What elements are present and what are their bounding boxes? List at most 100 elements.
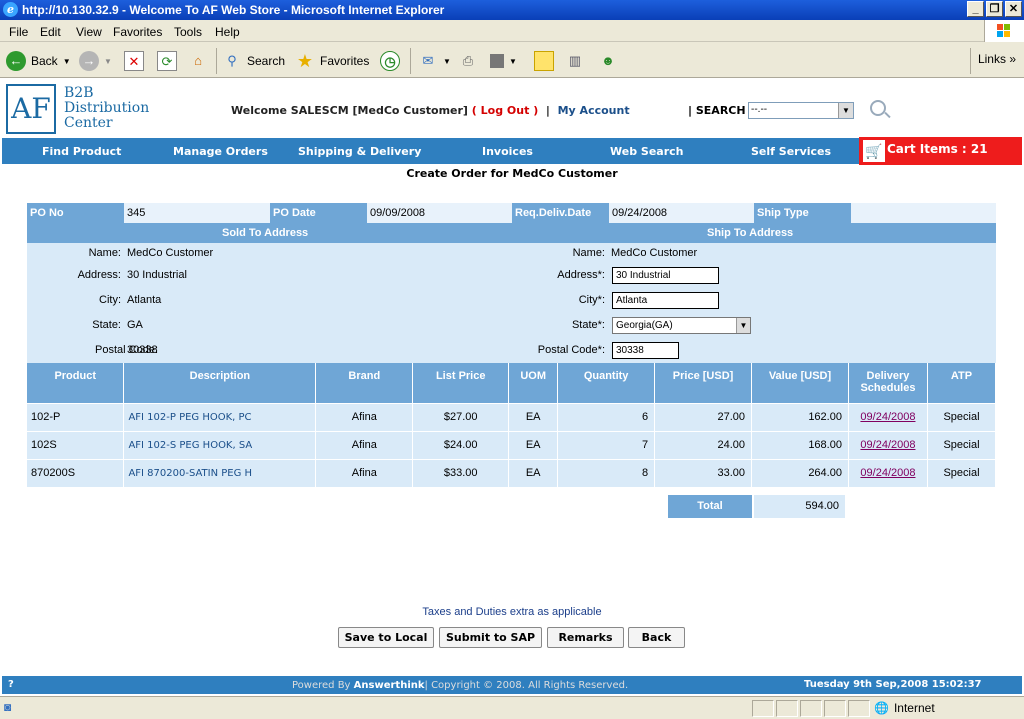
ship-name-value: MedCo Customer bbox=[611, 247, 698, 259]
delivery-schedule-link[interactable]: 09/24/2008 bbox=[860, 411, 915, 423]
mail-icon: ✉ bbox=[422, 53, 434, 68]
back-arrow-icon: ← bbox=[6, 51, 26, 71]
cell-quantity: 7 bbox=[557, 430, 656, 459]
browser-toolbar: ← Back ▼ → ▼ ✕ ⟳ ⌂ ⚲ Search ★ Favorites … bbox=[0, 42, 1024, 78]
discuss-button[interactable] bbox=[534, 50, 554, 72]
delivery-schedule-link[interactable]: 09/24/2008 bbox=[860, 467, 915, 479]
ship-state-select[interactable]: Georgia(GA) ▼ bbox=[612, 317, 751, 334]
menu-help[interactable]: Help bbox=[215, 25, 240, 39]
back-label: Back bbox=[31, 54, 58, 68]
menu-bar: File Edit View Favorites Tools Help bbox=[0, 20, 1024, 42]
ship-address-input[interactable]: 30 Industrial bbox=[612, 267, 719, 284]
cell-list-price: $27.00 bbox=[412, 402, 510, 431]
cell-list-price: $24.00 bbox=[412, 430, 510, 459]
forward-button[interactable]: → ▼ bbox=[79, 50, 112, 72]
menu-view[interactable]: View bbox=[76, 25, 102, 39]
nav-find-product[interactable]: Find Product bbox=[42, 145, 121, 158]
toolbar-separator bbox=[410, 48, 411, 74]
nav-self-services[interactable]: Self Services bbox=[751, 145, 831, 158]
magnifier-icon: ⚲ bbox=[227, 53, 237, 68]
po-date-value: 09/09/2008 bbox=[367, 203, 512, 223]
col-delivery-schedules: Delivery Schedules bbox=[848, 363, 928, 403]
ship-state-label: State*: bbox=[571, 319, 605, 331]
nav-shipping-delivery[interactable]: Shipping & Delivery bbox=[298, 145, 421, 158]
ship-city-input[interactable]: Atlanta bbox=[612, 292, 719, 309]
print-button[interactable]: ⎙ bbox=[458, 50, 478, 72]
search-select[interactable]: --.-- ▼ bbox=[748, 102, 854, 119]
req-deliv-date-label: Req.Deliv.Date bbox=[512, 203, 609, 223]
toolbar-separator bbox=[970, 48, 971, 74]
links-button[interactable]: Links » bbox=[978, 52, 1016, 66]
dropdown-arrow-icon: ▼ bbox=[104, 56, 112, 66]
edit-icon bbox=[490, 54, 504, 68]
submit-to-sap-button[interactable]: Submit to SAP bbox=[439, 627, 542, 648]
cell-atp: Special bbox=[927, 402, 997, 431]
refresh-button[interactable]: ⟳ bbox=[157, 50, 177, 72]
logout-link[interactable]: ( Log Out ) bbox=[472, 104, 538, 117]
printer-icon: ⎙ bbox=[462, 53, 474, 68]
remarks-button[interactable]: Remarks bbox=[547, 627, 624, 648]
powered-by: Powered By Answerthink| Copyright © 2008… bbox=[292, 680, 628, 691]
mail-button[interactable]: ✉ ▼ bbox=[418, 50, 451, 72]
history-button[interactable]: ◷ bbox=[380, 50, 400, 72]
search-toolbar-button[interactable]: ⚲ Search bbox=[222, 50, 285, 72]
col-brand: Brand bbox=[315, 363, 414, 403]
total-value: 594.00 bbox=[754, 495, 845, 518]
col-atp: ATP bbox=[927, 363, 997, 403]
status-cell bbox=[824, 700, 846, 717]
cell-brand: Afina bbox=[315, 430, 414, 459]
total-label: Total bbox=[668, 495, 752, 518]
restore-button[interactable]: ❐ bbox=[986, 1, 1003, 17]
home-button[interactable]: ⌂ bbox=[188, 50, 208, 72]
help-icon[interactable]: ? bbox=[8, 679, 14, 690]
stop-button[interactable]: ✕ bbox=[124, 50, 144, 72]
status-cell bbox=[800, 700, 822, 717]
messenger-button[interactable]: ☻ bbox=[598, 50, 618, 72]
cell-atp: Special bbox=[927, 430, 997, 459]
sold-state-label: State: bbox=[92, 319, 121, 331]
globe-icon: 🌐 bbox=[874, 701, 889, 715]
search-icon[interactable] bbox=[870, 100, 886, 116]
dropdown-arrow-icon: ▼ bbox=[62, 56, 71, 66]
minimize-button[interactable]: _ bbox=[967, 1, 984, 17]
logo-caption: B2B Distribution Center bbox=[64, 86, 149, 131]
table-header-row: Product Description Brand List Price UOM… bbox=[27, 363, 997, 403]
cell-brand: Afina bbox=[315, 458, 414, 487]
af-logo[interactable]: AF bbox=[6, 84, 56, 134]
favorites-toolbar-button[interactable]: ★ Favorites bbox=[295, 50, 369, 72]
col-value: Value [USD] bbox=[751, 363, 849, 403]
back-button[interactable]: ← Back ▼ bbox=[6, 50, 71, 72]
datetime: Tuesday 9th Sep,2008 15:02:37 bbox=[804, 679, 982, 690]
delivery-schedule-link[interactable]: 09/24/2008 bbox=[860, 439, 915, 451]
toolbar-separator bbox=[216, 48, 217, 74]
back-page-button[interactable]: Back bbox=[628, 627, 685, 648]
research-button[interactable]: ▥ bbox=[565, 50, 585, 72]
status-bar: ◙ 🌐 Internet bbox=[0, 696, 1024, 719]
close-window-button[interactable]: ✕ bbox=[1005, 1, 1022, 17]
ship-postal-input[interactable]: 30338 bbox=[612, 342, 679, 359]
menu-file[interactable]: File bbox=[9, 25, 28, 39]
nav-web-search[interactable]: Web Search bbox=[610, 145, 684, 158]
favorites-label: Favorites bbox=[320, 54, 370, 68]
sold-name-value: MedCo Customer bbox=[127, 247, 214, 259]
menu-favorites[interactable]: Favorites bbox=[113, 25, 162, 39]
nav-manage-orders[interactable]: Manage Orders bbox=[173, 145, 268, 158]
save-to-local-button[interactable]: Save to Local bbox=[338, 627, 434, 648]
history-icon: ◷ bbox=[380, 51, 400, 71]
menu-tools[interactable]: Tools bbox=[174, 25, 202, 39]
menu-edit[interactable]: Edit bbox=[40, 25, 61, 39]
separator: | bbox=[545, 104, 550, 117]
cell-uom: EA bbox=[508, 430, 559, 459]
edit-button[interactable]: ▼ bbox=[490, 50, 517, 72]
powered-prefix: Powered By bbox=[292, 680, 351, 691]
home-icon: ⌂ bbox=[194, 53, 202, 68]
dropdown-arrow-icon: ▼ bbox=[509, 56, 517, 66]
nav-invoices[interactable]: Invoices bbox=[482, 145, 533, 158]
security-zone: 🌐 Internet bbox=[874, 701, 935, 715]
cart-button[interactable]: 🛒 Cart Items : 21 bbox=[859, 137, 1022, 165]
my-account-link[interactable]: My Account bbox=[558, 104, 630, 117]
po-date-label: PO Date bbox=[270, 203, 367, 223]
windows-flag-icon bbox=[997, 24, 1011, 38]
status-cell bbox=[776, 700, 798, 717]
cell-description: AFI 870200-SATIN PEG H bbox=[123, 458, 317, 487]
